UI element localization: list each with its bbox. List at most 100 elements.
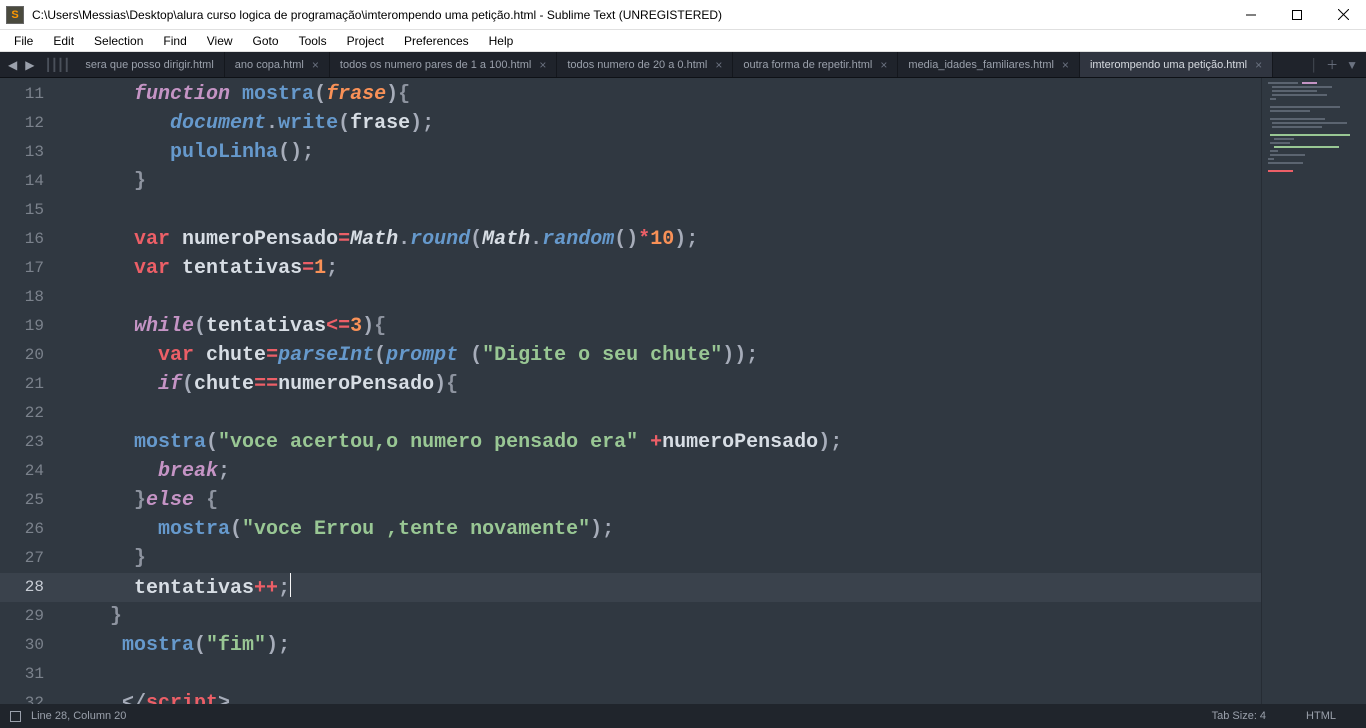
line-number: 29 <box>0 602 62 631</box>
window-titlebar: S C:\Users\Messias\Desktop\alura curso l… <box>0 0 1366 30</box>
nav-forward-icon[interactable]: ▶ <box>23 58 36 72</box>
close-tab-icon[interactable]: × <box>1255 58 1262 72</box>
code-line[interactable]: </script> <box>62 689 1366 704</box>
minimap[interactable] <box>1261 78 1366 704</box>
code-line[interactable]: break; <box>62 457 1366 486</box>
line-number: 17 <box>0 254 62 283</box>
code-line[interactable] <box>62 399 1366 428</box>
code-line[interactable]: mostra("voce acertou,o numero pensado er… <box>62 428 1366 457</box>
menu-item-tools[interactable]: Tools <box>289 32 337 50</box>
tab-label: todos numero de 20 a 0.html <box>567 59 707 71</box>
line-number: 32 <box>0 689 62 704</box>
menu-item-file[interactable]: File <box>4 32 43 50</box>
code-line[interactable] <box>62 196 1366 225</box>
file-tab[interactable]: todos os numero pares de 1 a 100.html × <box>330 52 557 77</box>
code-editor[interactable]: function mostra(frase){ document.write(f… <box>62 78 1366 704</box>
cursor-position: Line 28, Column 20 <box>31 710 126 722</box>
line-number: 28 <box>0 573 62 602</box>
line-number: 14 <box>0 167 62 196</box>
code-line[interactable] <box>62 660 1366 689</box>
menu-item-project[interactable]: Project <box>337 32 394 50</box>
menu-bar: FileEditSelectionFindViewGotoToolsProjec… <box>0 30 1366 52</box>
window-controls <box>1228 0 1366 30</box>
status-bar: Line 28, Column 20 Tab Size: 4 HTML <box>0 704 1366 728</box>
tab-dropdown-icon[interactable]: ▼ <box>1346 58 1358 72</box>
line-number: 31 <box>0 660 62 689</box>
line-number: 20 <box>0 341 62 370</box>
line-number: 24 <box>0 457 62 486</box>
tab-label: imterompendo uma petição.html <box>1090 59 1247 71</box>
menu-item-view[interactable]: View <box>197 32 243 50</box>
maximize-button[interactable] <box>1274 0 1320 30</box>
line-number: 22 <box>0 399 62 428</box>
tab-label: ano copa.html <box>235 59 304 71</box>
window-title: C:\Users\Messias\Desktop\alura curso log… <box>30 8 1228 22</box>
menu-item-selection[interactable]: Selection <box>84 32 153 50</box>
code-line[interactable]: document.write(frase); <box>62 109 1366 138</box>
line-number: 27 <box>0 544 62 573</box>
tab-actions: │ ＋ ▼ <box>1303 52 1366 77</box>
code-line[interactable]: while(tentativas<=3){ <box>62 312 1366 341</box>
code-line[interactable]: function mostra(frase){ <box>62 80 1366 109</box>
tab-label: todos os numero pares de 1 a 100.html <box>340 59 531 71</box>
close-tab-icon[interactable]: × <box>880 58 887 72</box>
line-number: 23 <box>0 428 62 457</box>
code-line[interactable]: if(chute==numeroPensado){ <box>62 370 1366 399</box>
tab-grip-icon: ┃┃┃┃ <box>40 58 69 72</box>
line-number: 13 <box>0 138 62 167</box>
code-line[interactable] <box>62 283 1366 312</box>
line-number: 19 <box>0 312 62 341</box>
editor-area: 1112131415161718192021222324252627282930… <box>0 78 1366 704</box>
code-line[interactable]: } <box>62 544 1366 573</box>
line-number: 18 <box>0 283 62 312</box>
tab-label: media_idades_familiares.html <box>908 59 1054 71</box>
close-tab-icon[interactable]: × <box>715 58 722 72</box>
file-tab[interactable]: outra forma de repetir.html × <box>733 52 898 77</box>
tab-divider-icon: │ <box>1311 58 1319 72</box>
code-line[interactable]: mostra("voce Errou ,tente novamente"); <box>62 515 1366 544</box>
code-line[interactable]: } <box>62 602 1366 631</box>
close-tab-icon[interactable]: × <box>539 58 546 72</box>
file-tab[interactable]: todos numero de 20 a 0.html × <box>557 52 733 77</box>
line-number: 21 <box>0 370 62 399</box>
code-line[interactable]: } <box>62 167 1366 196</box>
nav-back-icon[interactable]: ◀ <box>6 58 19 72</box>
menu-item-find[interactable]: Find <box>153 32 196 50</box>
code-line[interactable]: tentativas++; <box>62 573 1366 602</box>
code-line[interactable]: var chute=parseInt(prompt ("Digite o seu… <box>62 341 1366 370</box>
close-tab-icon[interactable]: × <box>312 58 319 72</box>
tab-nav: ◀ ▶ ┃┃┃┃ <box>0 52 75 77</box>
code-line[interactable]: }else { <box>62 486 1366 515</box>
tab-label: outra forma de repetir.html <box>743 59 872 71</box>
text-caret <box>290 573 291 597</box>
code-line[interactable]: puloLinha(); <box>62 138 1366 167</box>
line-number: 30 <box>0 631 62 660</box>
file-tab[interactable]: ano copa.html × <box>225 52 330 77</box>
menu-item-goto[interactable]: Goto <box>243 32 289 50</box>
line-number: 25 <box>0 486 62 515</box>
sidebar-toggle-icon[interactable] <box>10 711 21 722</box>
app-icon: S <box>6 6 24 24</box>
line-number: 12 <box>0 109 62 138</box>
code-line[interactable]: mostra("fim"); <box>62 631 1366 660</box>
line-number: 16 <box>0 225 62 254</box>
menu-item-help[interactable]: Help <box>479 32 524 50</box>
menu-item-edit[interactable]: Edit <box>43 32 84 50</box>
file-tab[interactable]: imterompendo uma petição.html × <box>1080 52 1273 77</box>
close-tab-icon[interactable]: × <box>1062 58 1069 72</box>
file-tab[interactable]: sera que posso dirigir.html <box>75 52 224 77</box>
close-button[interactable] <box>1320 0 1366 30</box>
file-tab[interactable]: media_idades_familiares.html × <box>898 52 1080 77</box>
new-tab-button[interactable]: ＋ <box>1326 56 1338 73</box>
tab-label: sera que posso dirigir.html <box>85 59 213 71</box>
line-number: 26 <box>0 515 62 544</box>
minimize-button[interactable] <box>1228 0 1274 30</box>
tab-bar: ◀ ▶ ┃┃┃┃ sera que posso dirigir.html ano … <box>0 52 1366 78</box>
line-number-gutter: 1112131415161718192021222324252627282930… <box>0 78 62 704</box>
tab-size-indicator[interactable]: Tab Size: 4 <box>1212 710 1266 722</box>
syntax-indicator[interactable]: HTML <box>1306 710 1336 722</box>
code-line[interactable]: var numeroPensado=Math.round(Math.random… <box>62 225 1366 254</box>
menu-item-preferences[interactable]: Preferences <box>394 32 479 50</box>
code-line[interactable]: var tentativas=1; <box>62 254 1366 283</box>
line-number: 15 <box>0 196 62 225</box>
